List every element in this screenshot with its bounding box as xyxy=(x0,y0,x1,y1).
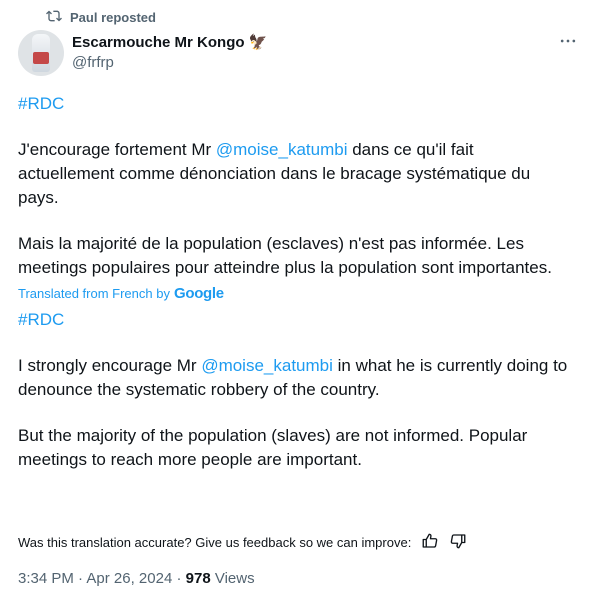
more-icon[interactable] xyxy=(557,33,579,49)
post-date[interactable]: Apr 26, 2024 xyxy=(86,570,172,587)
hashtag-link[interactable]: #RDC xyxy=(18,94,64,113)
translated-label: Translated from French by xyxy=(18,286,170,301)
author-name[interactable]: Escarmouche Mr Kongo xyxy=(72,34,245,51)
views-count: 978 xyxy=(185,570,211,587)
translated-paragraph-2: But the majority of the population (slav… xyxy=(18,426,528,469)
meta-separator: · xyxy=(176,570,182,587)
mention-link[interactable]: @moise_katumbi xyxy=(216,140,348,159)
translated-by[interactable]: Translated from French by Google xyxy=(18,282,574,306)
feedback-question: Was this translation accurate? Give us f… xyxy=(18,535,412,550)
thumbs-down-icon[interactable] xyxy=(449,532,467,553)
hashtag-link[interactable]: #RDC xyxy=(18,310,64,329)
author-block[interactable]: Escarmouche Mr Kongo 🦅 @frfrp xyxy=(72,33,268,72)
post-body: #RDC J'encourage fortement Mr @moise_kat… xyxy=(18,92,574,472)
post-time[interactable]: 3:34 PM xyxy=(18,570,74,587)
translated-paragraph-1: I strongly encourage Mr @moise_katumbi i… xyxy=(18,356,568,399)
avatar-bottle-label xyxy=(33,52,49,64)
repost-text: Paul reposted xyxy=(70,10,156,25)
translation-feedback: Was this translation accurate? Give us f… xyxy=(18,532,467,553)
thumbs-up-icon[interactable] xyxy=(421,532,439,553)
eagle-emoji-icon: 🦅 xyxy=(248,34,268,51)
repost-indicator[interactable]: Paul reposted xyxy=(46,8,156,27)
original-paragraph-1: J'encourage fortement Mr @moise_katumbi … xyxy=(18,140,531,207)
original-paragraph-2: Mais la majorité de la population (escla… xyxy=(18,234,552,277)
avatar[interactable] xyxy=(18,30,64,76)
meta-separator: · xyxy=(78,570,84,587)
post-meta: 3:34 PM · Apr 26, 2024 · 978 Views xyxy=(18,570,255,587)
repost-icon xyxy=(46,8,62,27)
mention-link[interactable]: @moise_katumbi xyxy=(201,356,333,375)
google-logo: Google xyxy=(173,285,224,302)
author-handle[interactable]: @frfrp xyxy=(72,54,267,71)
views-label: Views xyxy=(214,570,255,587)
